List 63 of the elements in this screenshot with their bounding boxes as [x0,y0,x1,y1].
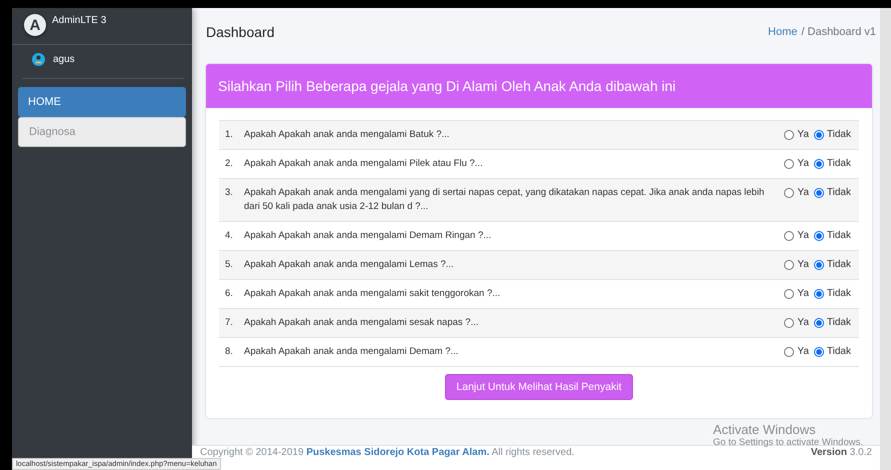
question-text: Apakah Apakah anak anda mengalami Demam ?... [244,345,460,359]
radio-button[interactable] [784,159,794,169]
radio-button[interactable] [784,188,794,198]
radio-button[interactable] [814,159,824,169]
user-name: agus [53,54,75,65]
user-avatar-icon [32,53,45,66]
radio-button[interactable] [784,130,794,140]
question-number: 6. [225,287,234,301]
sidebar-item[interactable]: Diagnosa [18,117,186,147]
radio-button[interactable] [814,188,824,198]
radio-label: Ya [797,157,809,171]
radio-label: Ya [797,229,809,243]
radio-button[interactable] [784,231,794,241]
question-text: Apakah Apakah anak anda mengalami yang di sertai napas cepat, yang dikatakan napas cepat. Jika anak anda napas lebih dari 50 kali pada anak usia 2-12 bulan d ?... [244,186,766,214]
radio-button[interactable] [814,130,824,140]
radio-button[interactable] [814,289,824,299]
copyright-text: Copyright © 2014-2019 Puskesmas Sidorejo Kota Pagar Alam. All rights reserved. [200,447,574,459]
radio-label: Tidak [826,287,851,301]
radio-label: Tidak [826,316,851,330]
version-text: Version 3.0.2 [810,447,872,459]
radio-label: Tidak [826,258,851,272]
breadcrumb-current: / Dashboard v1 [801,26,876,38]
radio-button[interactable] [814,318,824,328]
radio-label: Ya [797,316,809,330]
question-number: 4. [225,229,234,243]
radio-label: Tidak [826,128,851,142]
radio-label: Ya [797,186,809,200]
radio-button[interactable] [814,347,824,357]
page-title: Dashboard [206,24,274,40]
radio-button[interactable] [784,347,794,357]
submit-button[interactable]: Lanjut Untuk Melihat Hasil Penyakit [445,374,633,400]
radio-label: Tidak [826,186,851,200]
question-text: Apakah Apakah anak anda mengalami Demam Ringan ?... [244,229,492,243]
radio-button[interactable] [784,260,794,270]
question-number: 8. [225,345,234,359]
radio-button[interactable] [784,289,794,299]
question-text: Apakah Apakah anak anda mengalami Lemas ?... [244,258,455,272]
radio-label: Ya [797,345,809,359]
radio-label: Ya [797,287,809,301]
brand-logo: A [24,14,46,36]
question-number: 1. [225,128,234,142]
radio-label: Ya [797,128,809,142]
sidebar-item[interactable]: HOME [18,87,186,117]
question-number: 7. [225,316,234,330]
question-number: 2. [225,157,234,171]
breadcrumb-link[interactable]: Home [768,26,798,38]
question-text: Apakah Apakah anak anda mengalami sesak napas ?... [244,316,480,330]
brand-name: AdminLTE 3 [52,15,106,26]
radio-label: Tidak [826,229,851,243]
radio-button[interactable] [784,318,794,328]
radio-label: Tidak [826,345,851,359]
radio-label: Tidak [826,157,851,171]
question-text: Apakah Apakah anak anda mengalami sakit tenggorokan ?... [244,287,502,301]
activation-subtitle: Go to Settings to activate Windows. [713,437,863,448]
card-title: Silahkan Pilih Beberapa gejala yang Di Alami Oleh Anak Anda dibawah ini [206,64,872,108]
radio-button[interactable] [814,260,824,270]
radio-button[interactable] [814,231,824,241]
question-text: Apakah Apakah anak anda mengalami Pilek atau Flu ?... [244,157,484,171]
activation-title: Activate Windows [713,422,817,437]
radio-label: Ya [797,258,809,272]
question-number: 5. [225,258,234,272]
question-number: 3. [225,186,234,200]
question-text: Apakah Apakah anak anda mengalami Batuk ?... [244,128,450,142]
